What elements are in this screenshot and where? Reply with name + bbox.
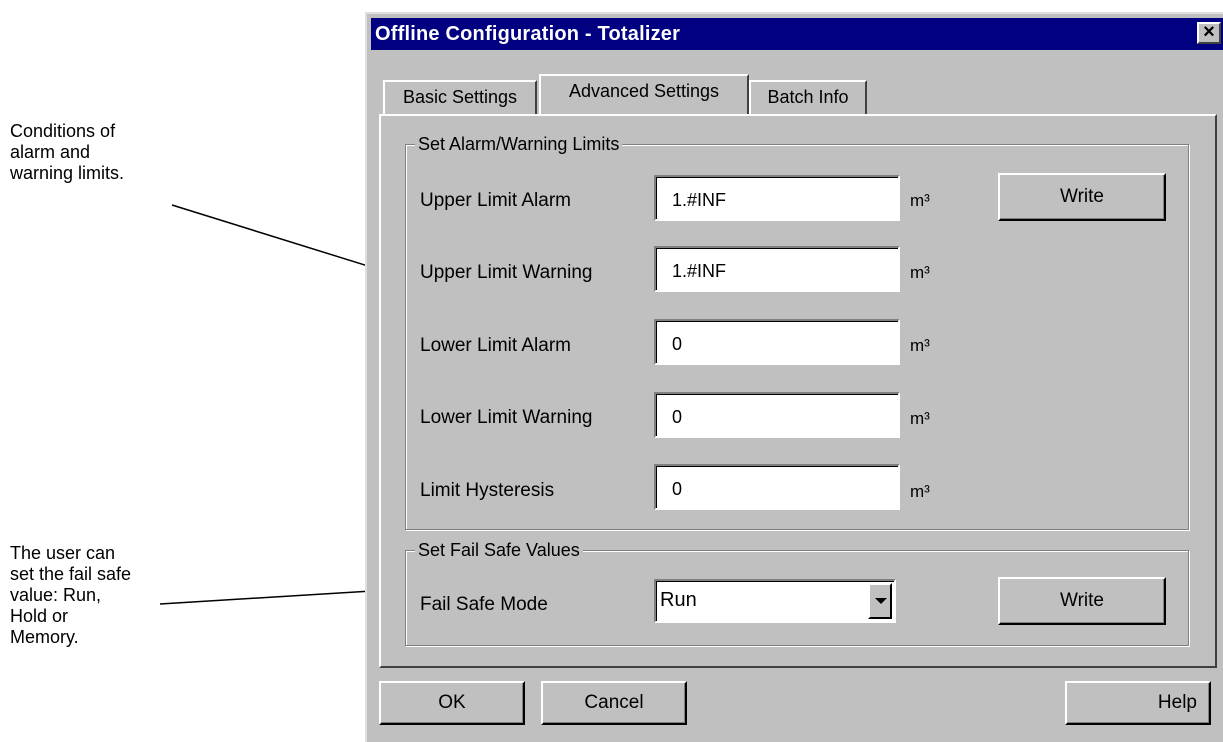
title-bar[interactable]: Offline Configuration - Totalizer × <box>371 18 1223 50</box>
tab-basic-settings[interactable]: Basic Settings <box>383 80 537 114</box>
close-button[interactable]: × <box>1197 22 1221 44</box>
advanced-settings-panel: Set Alarm/Warning Limits Upper Limit Ala… <box>379 114 1217 668</box>
alarm-limits-annotation: Conditions of alarm and warning limits. <box>10 121 125 183</box>
alarm-warning-limits-group: Set Alarm/Warning Limits Upper Limit Ala… <box>405 133 1189 530</box>
close-icon: × <box>1203 21 1215 43</box>
limit-hysteresis-label: Limit Hysteresis <box>420 480 555 501</box>
fail-safe-write-button[interactable]: Write <box>998 577 1166 625</box>
fail-safe-mode-value: Run <box>660 589 697 611</box>
fail-safe-group-title: Set Fail Safe Values <box>415 539 583 561</box>
dialog-title: Offline Configuration - Totalizer <box>375 23 681 45</box>
upper-limit-warning-input[interactable] <box>654 246 900 292</box>
lower-limit-warning-unit: m³ <box>910 409 930 428</box>
offline-configuration-dialog: Offline Configuration - Totalizer × Basi… <box>365 12 1223 742</box>
ok-button[interactable]: OK <box>379 681 525 725</box>
fail-safe-values-group: Set Fail Safe Values Fail Safe Mode Run … <box>405 539 1189 646</box>
upper-limit-alarm-unit: m³ <box>910 191 930 210</box>
lower-limit-alarm-label: Lower Limit Alarm <box>420 335 571 356</box>
upper-limit-alarm-label: Upper Limit Alarm <box>420 190 571 211</box>
chevron-down-icon[interactable] <box>868 583 892 619</box>
cancel-button[interactable]: Cancel <box>541 681 687 725</box>
alarm-group-title: Set Alarm/Warning Limits <box>415 133 623 155</box>
lower-limit-alarm-unit: m³ <box>910 336 930 355</box>
fail-safe-mode-label: Fail Safe Mode <box>420 594 548 615</box>
fail-safe-mode-select[interactable]: Run <box>654 579 896 623</box>
lower-limit-warning-label: Lower Limit Warning <box>420 407 593 428</box>
help-button[interactable]: Help <box>1065 681 1211 725</box>
alarm-write-button[interactable]: Write <box>998 173 1166 221</box>
upper-limit-warning-label: Upper Limit Warning <box>420 262 593 283</box>
limit-hysteresis-input[interactable] <box>654 464 900 510</box>
upper-limit-alarm-input[interactable] <box>654 175 900 221</box>
limit-hysteresis-unit: m³ <box>910 482 930 501</box>
tab-advanced-settings[interactable]: Advanced Settings <box>539 74 749 114</box>
tab-batch-info[interactable]: Batch Info <box>749 80 867 114</box>
lower-limit-alarm-input[interactable] <box>654 319 900 365</box>
upper-limit-warning-unit: m³ <box>910 263 930 282</box>
lower-limit-warning-input[interactable] <box>654 392 900 438</box>
fail-safe-annotation: The user can set the fail safe value: Ru… <box>10 543 132 647</box>
